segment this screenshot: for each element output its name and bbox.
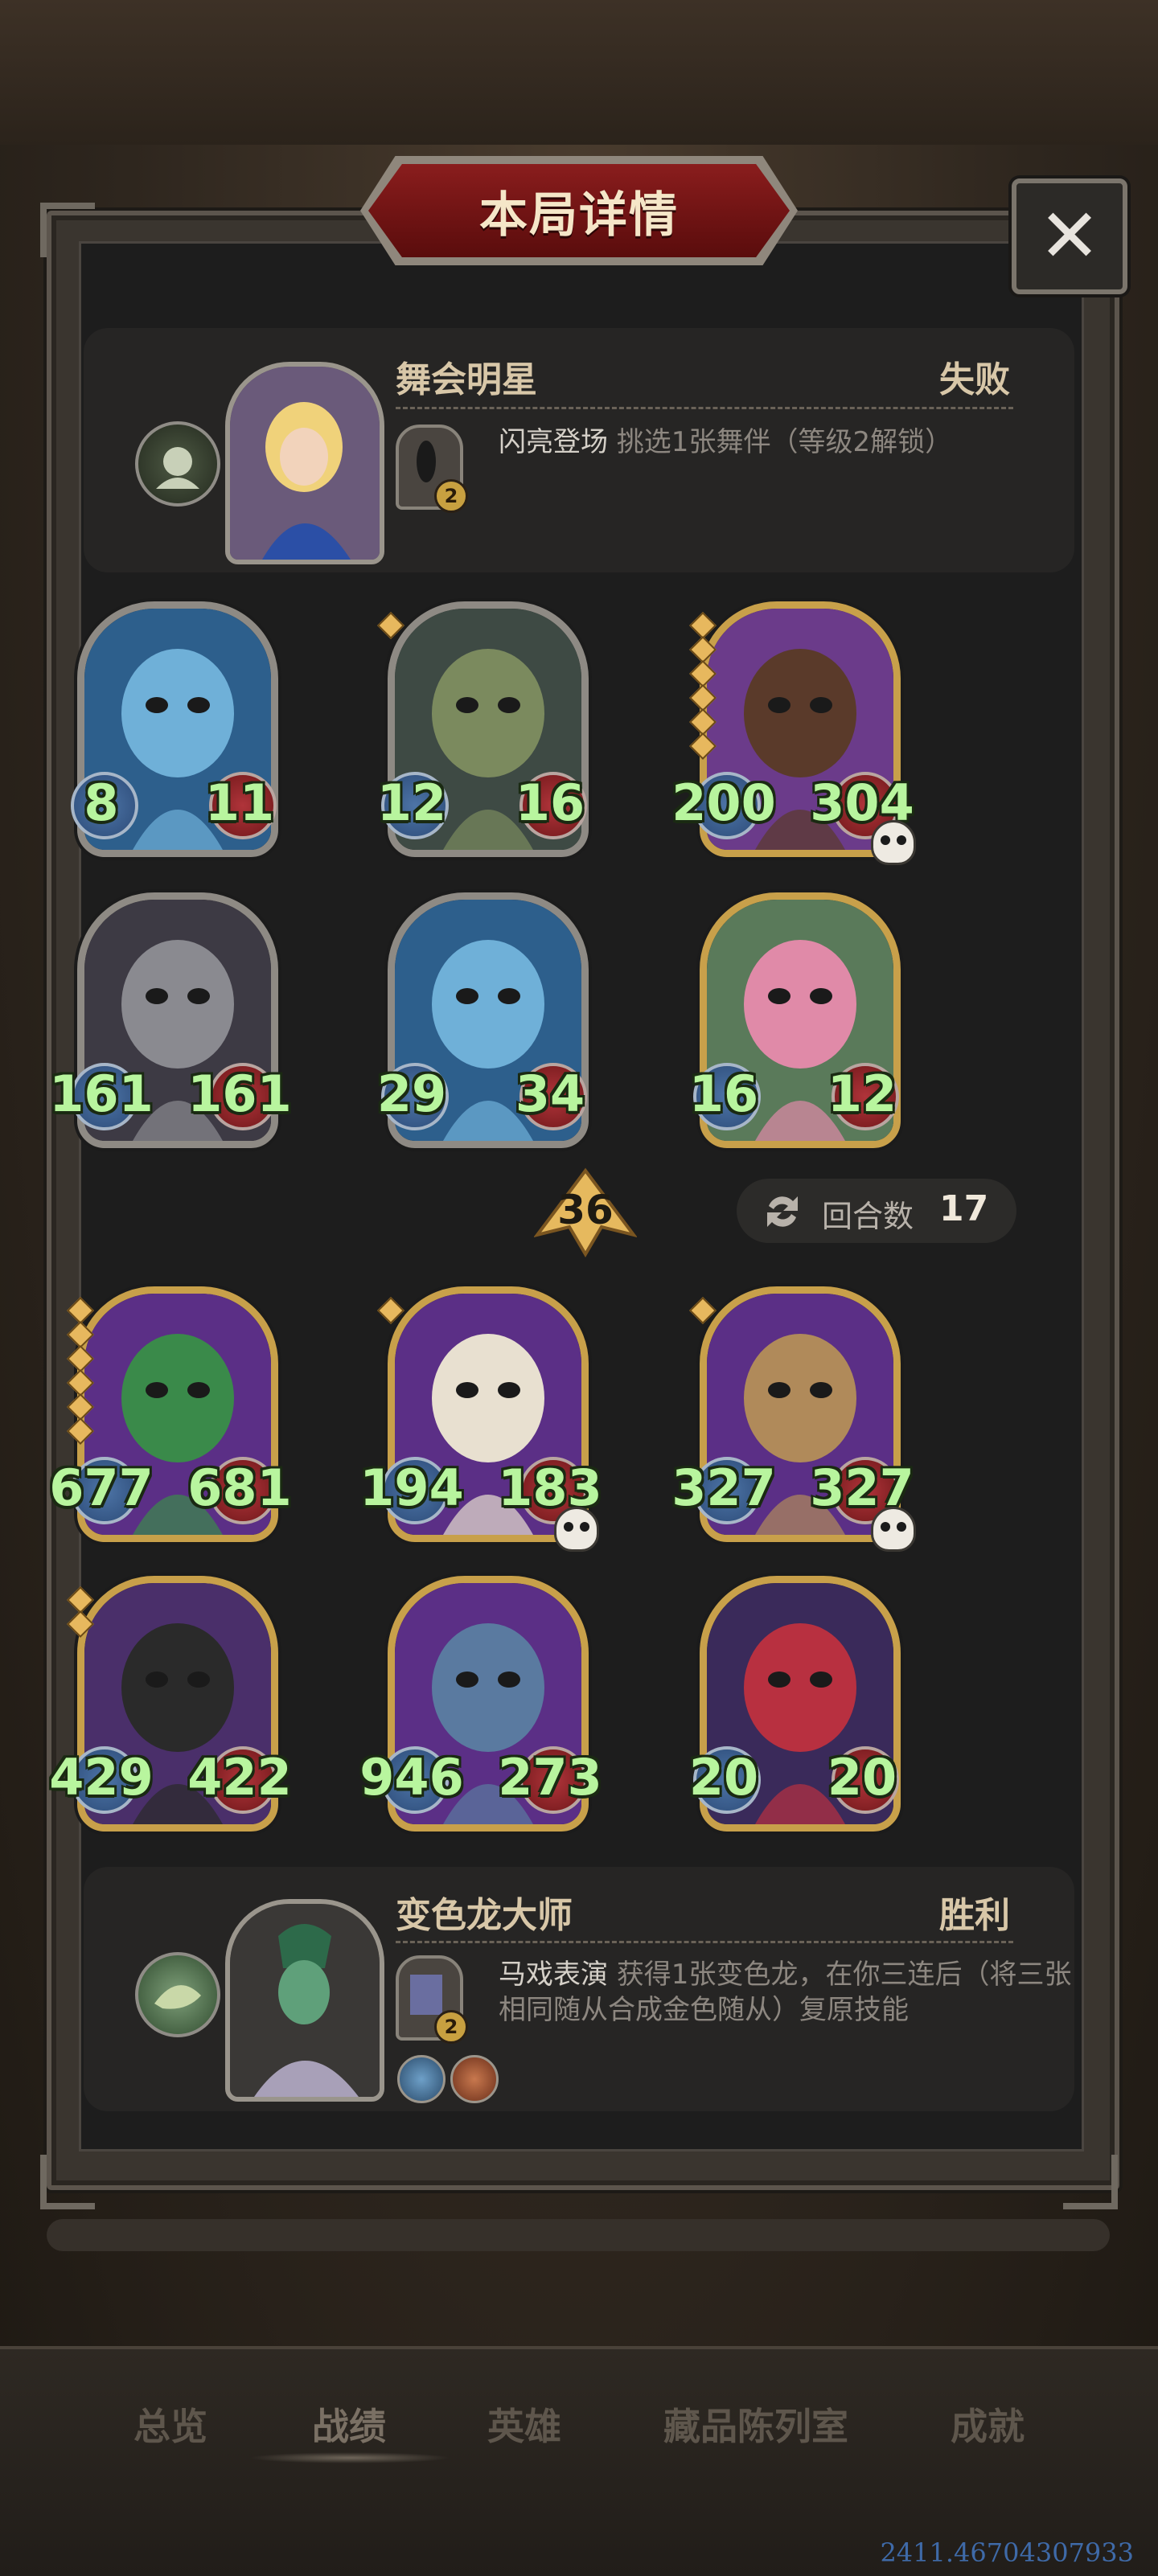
- minion-health: 161: [187, 1064, 292, 1123]
- hero-power-icon[interactable]: [135, 421, 220, 507]
- minion-attack: 200: [671, 773, 776, 832]
- divider: [396, 1941, 1013, 1943]
- minion-health: 327: [810, 1458, 914, 1517]
- active-tab-indicator: [249, 2452, 450, 2463]
- page-title: 本局详情: [479, 187, 679, 244]
- minion-health: 681: [187, 1458, 292, 1517]
- tab-achievements[interactable]: 成就: [951, 2398, 1025, 2451]
- panel-corner: [1063, 2155, 1118, 2209]
- panel-corner: [40, 2155, 95, 2209]
- turns-label: 回合数: [822, 1199, 914, 1234]
- player-name: 变色龙大师: [396, 1895, 573, 1936]
- power-level-badge: 2: [434, 2010, 468, 2044]
- minion-health: 183: [498, 1458, 602, 1517]
- panel-corner: [40, 203, 95, 257]
- close-button[interactable]: ✕: [1012, 178, 1127, 294]
- trait-icon[interactable]: [397, 2055, 446, 2103]
- minion-health: 11: [204, 773, 275, 832]
- power-name: 马戏表演: [499, 1959, 608, 1991]
- title-banner: 本局详情: [360, 156, 798, 265]
- opponent-name: 舞会明星: [396, 359, 537, 400]
- close-icon: ✕: [1038, 193, 1101, 279]
- minion-health: 16: [515, 773, 585, 832]
- panel-shelf: [47, 2219, 1110, 2251]
- minion-attack: 20: [688, 1748, 759, 1807]
- opponent-portrait[interactable]: [225, 362, 384, 564]
- tavern-tier-value: 36: [557, 1187, 614, 1233]
- trait-icon[interactable]: [450, 2055, 499, 2103]
- tab-collection[interactable]: 藏品陈列室: [663, 2398, 848, 2451]
- turns-value: 17: [939, 1188, 989, 1229]
- tab-heroes[interactable]: 英雄: [487, 2398, 561, 2451]
- turns-icon: [767, 1196, 798, 1227]
- power-name: 闪亮登场: [499, 426, 608, 458]
- minion-health: 12: [827, 1064, 897, 1123]
- skull-icon: [871, 820, 916, 865]
- skull-icon: [554, 1507, 599, 1552]
- hero-power-icon[interactable]: [135, 1952, 220, 2037]
- minion-attack: 327: [671, 1458, 776, 1517]
- player-hero-row[interactable]: 变色龙大师 胜利 2 马戏表演 获得1张变色龙，在你三连后（将三张相同随从合成金…: [84, 1867, 1074, 2111]
- minion-health: 20: [827, 1748, 897, 1807]
- tab-overview[interactable]: 总览: [133, 2398, 207, 2451]
- minion-attack: 946: [359, 1748, 464, 1807]
- player-result: 胜利: [939, 1895, 1010, 1936]
- minion-attack: 29: [376, 1064, 447, 1123]
- minion-attack: 16: [688, 1064, 759, 1123]
- minion-attack: 161: [49, 1064, 154, 1123]
- minion-attack: 8: [84, 773, 119, 832]
- player-portrait[interactable]: [225, 1899, 384, 2102]
- player-power-desc: 马戏表演 获得1张变色龙，在你三连后（将三张相同随从合成金色随从）复原技能: [499, 1957, 1094, 2028]
- opponent-power-desc: 闪亮登场 挑选1张舞伴（等级2解锁）: [499, 425, 1094, 460]
- background-wood: [0, 0, 1158, 145]
- power-text: 挑选1张舞伴（等级2解锁）: [616, 426, 953, 458]
- divider: [396, 407, 1013, 409]
- opponent-hero-row[interactable]: 舞会明星 失败 2 闪亮登场 挑选1张舞伴（等级2解锁）: [84, 328, 1074, 572]
- minion-attack: 429: [49, 1748, 154, 1807]
- turns-counter: 回合数 17: [737, 1179, 1016, 1243]
- coordinate-readout: 2411.46704307933: [880, 2537, 1134, 2568]
- minion-attack: 194: [359, 1458, 464, 1517]
- minion-health: 422: [187, 1748, 292, 1807]
- minion-attack: 677: [49, 1458, 154, 1517]
- minion-attack: 12: [376, 773, 447, 832]
- opponent-result: 失败: [939, 359, 1010, 400]
- minion-health: 273: [498, 1748, 602, 1807]
- skull-icon: [871, 1507, 916, 1552]
- minion-health: 34: [515, 1064, 585, 1123]
- power-level-badge: 2: [434, 479, 468, 513]
- tab-record[interactable]: 战绩: [312, 2398, 386, 2451]
